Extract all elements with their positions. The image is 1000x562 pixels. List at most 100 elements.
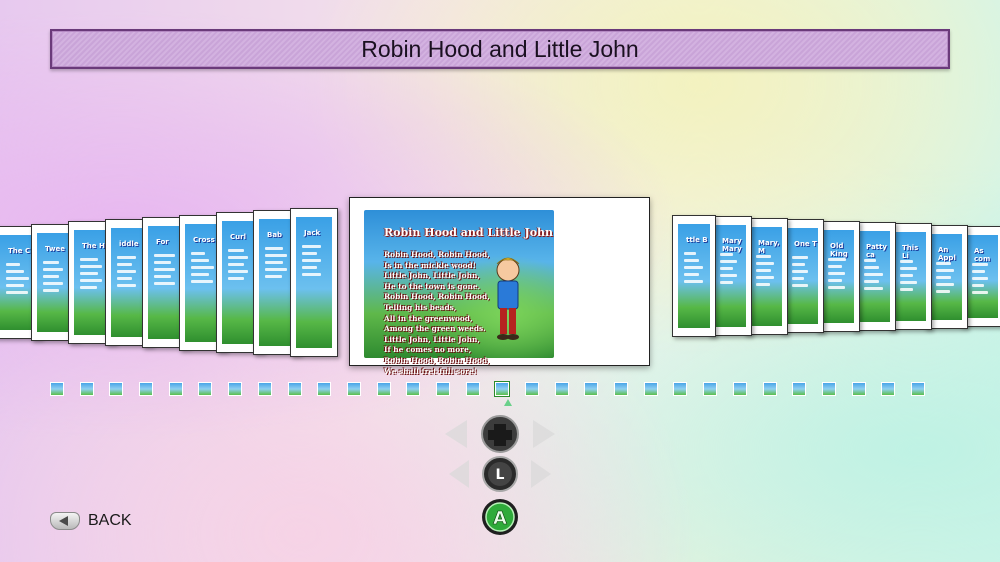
card-text-lines	[43, 257, 67, 296]
card-illustration: Old King	[822, 229, 854, 324]
thumbnail-strip[interactable]	[50, 381, 942, 398]
left-stick-icon: L	[482, 456, 518, 492]
dpad-icon	[481, 415, 519, 453]
card-text-lines	[228, 245, 252, 284]
thumbnail[interactable]	[584, 382, 599, 396]
stick-left-arrow	[449, 460, 469, 488]
thumbnail[interactable]	[792, 382, 807, 396]
featured-rhyme-card[interactable]: Robin Hood and Little John Robin Hood, R…	[349, 197, 650, 376]
card-text-lines	[191, 248, 215, 287]
card-title: Curl	[230, 233, 246, 242]
card-text-lines	[302, 241, 326, 280]
thumbnail[interactable]	[465, 382, 480, 396]
card-illustration: This Li	[894, 232, 926, 321]
card-title: iddle	[119, 240, 139, 249]
card-title: The C	[8, 247, 31, 255]
poem-line: He to the town is gone.	[384, 281, 481, 291]
card-illustration: Patty ca	[858, 231, 890, 322]
stick-label: L	[496, 467, 505, 483]
card-title: The H	[82, 242, 105, 251]
poem-line: Robin Hood, Robin Hood,	[384, 355, 490, 365]
card-text-lines	[720, 249, 740, 288]
card-text-lines	[6, 259, 30, 298]
thumbnail[interactable]	[257, 382, 272, 396]
card-illustration: As com	[966, 235, 998, 319]
thumbnail-selection-marker	[504, 399, 512, 406]
a-button-icon: A	[482, 499, 518, 535]
card-title: Jack	[304, 228, 321, 237]
thumbnail[interactable]	[198, 382, 213, 396]
back-button-icon	[50, 512, 80, 530]
thumbnail[interactable]	[435, 382, 450, 396]
thumbnail[interactable]	[643, 382, 658, 396]
stick-right-arrow	[531, 460, 551, 488]
card-title: For	[156, 237, 169, 246]
thumbnail[interactable]	[762, 382, 777, 396]
thumbnail[interactable]	[614, 382, 629, 396]
thumbnail[interactable]	[168, 382, 183, 396]
poem-line: Telling his beads,	[384, 302, 457, 312]
rhyme-illustration: Robin Hood and Little John Robin Hood, R…	[364, 210, 554, 376]
card-text-lines	[756, 251, 776, 290]
thumbnail[interactable]	[50, 382, 64, 396]
back-label: BACK	[88, 512, 132, 529]
rhyme-card[interactable]: Jack	[290, 207, 338, 358]
thumbnail[interactable]	[109, 382, 124, 396]
thumbnail[interactable]	[376, 382, 391, 396]
poem-line: Is in the mickle wood!	[384, 260, 476, 270]
rhyme-card[interactable]: ttle B	[672, 215, 716, 337]
card-text-lines	[265, 243, 289, 282]
card-text-lines	[154, 250, 178, 289]
card-illustration: Jack	[296, 216, 332, 349]
card-illustration: Mary Mary	[714, 225, 746, 327]
featured-card-title: Robin Hood and Little John	[384, 226, 554, 239]
poem-line: All in the greenwood,	[384, 313, 473, 323]
dpad-left-arrow	[445, 420, 467, 448]
card-text-lines	[117, 252, 141, 291]
poem-line: Among the green weeds.	[384, 324, 486, 334]
card-text-lines	[864, 255, 884, 294]
poem-line: Little John, Little John,	[384, 271, 480, 281]
card-text-lines	[828, 254, 848, 293]
card-title: ttle B	[686, 236, 708, 244]
thumbnail[interactable]	[881, 382, 896, 396]
thumbnail[interactable]	[910, 382, 925, 396]
card-title: One T	[794, 240, 817, 249]
card-illustration: One T	[786, 228, 818, 325]
card-text-lines	[900, 256, 920, 295]
thumbnail[interactable]	[287, 382, 302, 396]
thumbnail[interactable]	[821, 382, 836, 396]
thumbnail[interactable]	[732, 382, 747, 396]
thumbnail[interactable]	[851, 382, 866, 396]
thumbnail[interactable]	[139, 382, 154, 396]
thumbnail[interactable]	[228, 382, 243, 396]
card-title: Twee	[45, 244, 65, 253]
card-title: Cross	[193, 235, 215, 244]
controller-hints: L A	[445, 412, 555, 537]
controller-hints-graphic: L A	[445, 415, 555, 535]
card-illustration: Mary, M	[750, 226, 782, 326]
thumbnail[interactable]	[317, 382, 332, 396]
poem-line: Robin Hood, Robin Hood,	[384, 292, 490, 302]
thumbnail[interactable]	[79, 382, 94, 396]
thumbnail[interactable]	[703, 382, 718, 396]
poem-line: Little John, Little John,	[384, 334, 480, 344]
card-title: Bab	[267, 230, 283, 239]
back-button[interactable]: BACK	[50, 512, 132, 530]
card-text-lines	[684, 248, 704, 287]
card-illustration: An Appl	[930, 233, 962, 320]
thumbnail[interactable]	[525, 382, 539, 396]
thumbnail[interactable]	[346, 382, 361, 396]
a-button-label: A	[493, 508, 507, 529]
card-text-lines	[972, 259, 992, 298]
thumbnail[interactable]	[673, 382, 688, 396]
card-text-lines	[792, 252, 812, 291]
card-text-lines	[80, 254, 104, 293]
thumbnail[interactable]	[406, 382, 421, 396]
poem-text: Robin Hood, Robin Hood, Is in the mickle …	[384, 250, 534, 377]
card-illustration: ttle B	[678, 224, 710, 328]
thumbnail[interactable]	[494, 381, 511, 397]
dpad-right-arrow	[533, 420, 555, 448]
card-text-lines	[936, 258, 956, 297]
thumbnail[interactable]	[554, 382, 569, 396]
